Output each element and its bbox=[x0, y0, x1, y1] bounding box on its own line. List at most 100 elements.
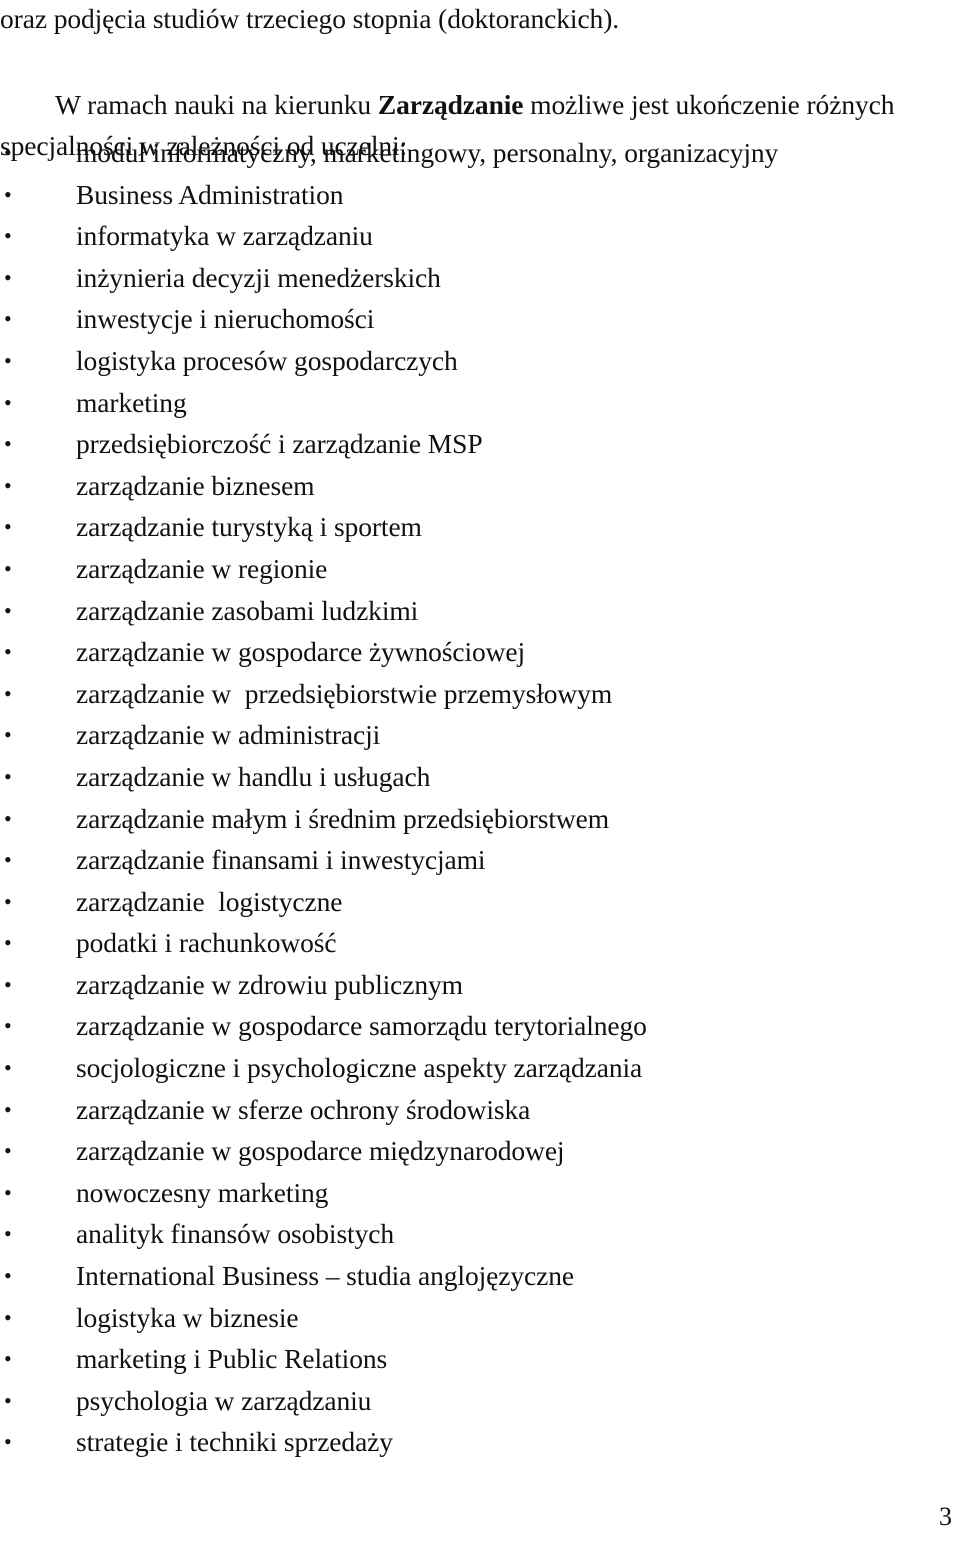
list-item-label: logistyka w biznesie bbox=[76, 1301, 299, 1333]
list-item: • zarządzanie w przedsiębiorstwie przemys… bbox=[0, 673, 960, 715]
list-item: • socjologiczne i psychologiczne aspekty … bbox=[0, 1047, 960, 1089]
bullet-icon: • bbox=[4, 1013, 12, 1039]
bullet-icon: • bbox=[4, 597, 12, 623]
list-item: • podatki i rachunkowość bbox=[0, 922, 960, 964]
list-item-label: zarządzanie w gospodarce samorządu teryt… bbox=[76, 1010, 647, 1042]
list-item-label: przedsiębiorczość i zarządzanie MSP bbox=[76, 428, 483, 460]
bullet-icon: • bbox=[4, 140, 12, 165]
list-item-label: informatyka w zarządzaniu bbox=[76, 220, 373, 252]
list-item-label: zarządzanie w gospodarce międzynarodowej bbox=[76, 1135, 565, 1167]
list-item-label: zarządzanie w administracji bbox=[76, 719, 381, 751]
list-item: • przedsiębiorczość i zarządzanie MSP bbox=[0, 423, 960, 465]
list-item-label: zarządzanie biznesem bbox=[76, 469, 315, 501]
list-item-label: zarządzanie zasobami ludzkimi bbox=[76, 594, 419, 626]
list-item: • logistyka procesów gospodarczych bbox=[0, 340, 960, 382]
bullet-icon: • bbox=[4, 514, 12, 540]
bullet-icon: • bbox=[4, 1387, 12, 1413]
list-item: • International Business – studia angloję… bbox=[0, 1255, 960, 1297]
bullet-icon: • bbox=[4, 223, 12, 249]
bullet-icon: • bbox=[4, 1096, 12, 1122]
list-item-label: marketing bbox=[76, 386, 187, 418]
list-item-label: International Business – studia anglojęz… bbox=[76, 1260, 574, 1292]
bullet-icon: • bbox=[4, 680, 12, 706]
list-item: • moduł informatyczny, marketingowy, pers… bbox=[0, 132, 960, 174]
list-item: • marketing i Public Relations bbox=[0, 1338, 960, 1380]
list-item-label: strategie i techniki sprzedaży bbox=[76, 1426, 393, 1458]
bullet-icon: • bbox=[4, 472, 12, 498]
bullet-icon: • bbox=[4, 347, 12, 373]
bullet-icon: • bbox=[4, 971, 12, 997]
page-number: 3 bbox=[939, 1502, 952, 1531]
bullet-icon: • bbox=[4, 1179, 12, 1205]
bullet-icon: • bbox=[4, 1263, 12, 1289]
list-item-label: podatki i rachunkowość bbox=[76, 927, 337, 959]
list-item: • logistyka w biznesie bbox=[0, 1297, 960, 1339]
bullet-icon: • bbox=[4, 1221, 12, 1247]
list-item: • Business Administration bbox=[0, 174, 960, 216]
intro-text-after-bold: możliwe jest ukończenie różnych bbox=[523, 88, 895, 120]
list-item: • zarządzanie w administracji bbox=[0, 714, 960, 756]
list-item-label: marketing i Public Relations bbox=[76, 1343, 388, 1375]
specializations-list: • moduł informatyczny, marketingowy, pers… bbox=[0, 132, 960, 1463]
bullet-icon: • bbox=[4, 431, 12, 457]
list-item: • zarządzanie w gospodarce żywnościowej bbox=[0, 631, 960, 673]
list-item: • zarządzanie w zdrowiu publicznym bbox=[0, 964, 960, 1006]
bullet-icon: • bbox=[4, 722, 12, 748]
bullet-icon: • bbox=[4, 1346, 12, 1372]
list-item-label: logistyka procesów gospodarczych bbox=[76, 344, 458, 376]
list-item-label: moduł informatyczny, marketingowy, perso… bbox=[76, 137, 779, 168]
bullet-icon: • bbox=[4, 639, 12, 665]
list-item: • zarządzanie w sferze ochrony środowiska bbox=[0, 1089, 960, 1131]
list-item-label: Business Administration bbox=[76, 178, 344, 210]
list-item-label: zarządzanie logistyczne bbox=[76, 885, 343, 917]
document-page: oraz podjęcia studiów trzeciego stopnia … bbox=[0, 0, 960, 1550]
list-item: • marketing bbox=[0, 382, 960, 424]
lead-continuation-line: oraz podjęcia studiów trzeciego stopnia … bbox=[0, 3, 620, 34]
intro-text-before-bold: W ramach nauki na kierunku bbox=[55, 88, 378, 120]
list-item: • zarządzanie finansami i inwestycjami bbox=[0, 839, 960, 881]
list-item: • nowoczesny marketing bbox=[0, 1172, 960, 1214]
bullet-icon: • bbox=[4, 555, 12, 581]
list-item-label: zarządzanie w handlu i usługach bbox=[76, 760, 431, 792]
bullet-icon: • bbox=[4, 1304, 12, 1330]
bullet-icon: • bbox=[4, 389, 12, 415]
bullet-icon: • bbox=[4, 306, 12, 332]
bullet-icon: • bbox=[4, 805, 12, 831]
bullet-icon: • bbox=[4, 1055, 12, 1081]
list-item-label: socjologiczne i psychologiczne aspekty z… bbox=[76, 1052, 643, 1084]
bullet-icon: • bbox=[4, 847, 12, 873]
list-item-label: zarządzanie w zdrowiu publicznym bbox=[76, 968, 463, 1000]
list-item-label: nowoczesny marketing bbox=[76, 1176, 329, 1208]
bullet-icon: • bbox=[4, 1429, 12, 1455]
list-item: • analityk finansów osobistych bbox=[0, 1213, 960, 1255]
list-item: • inżynieria decyzji menedżerskich bbox=[0, 257, 960, 299]
list-item: • zarządzanie w regionie bbox=[0, 548, 960, 590]
list-item: • zarządzanie logistyczne bbox=[0, 881, 960, 923]
bullet-icon: • bbox=[4, 181, 12, 207]
list-item-label: zarządzanie w przedsiębiorstwie przemysł… bbox=[76, 677, 613, 709]
list-item: • zarządzanie biznesem bbox=[0, 465, 960, 507]
list-item: • zarządzanie w gospodarce samorządu tery… bbox=[0, 1005, 960, 1047]
bullet-icon: • bbox=[4, 930, 12, 956]
list-item-label: zarządzanie małym i średnim przedsiębior… bbox=[76, 802, 610, 834]
list-item: • informatyka w zarządzaniu bbox=[0, 215, 960, 257]
list-item: • psychologia w zarządzaniu bbox=[0, 1380, 960, 1422]
list-item-label: zarządzanie finansami i inwestycjami bbox=[76, 844, 486, 876]
list-item-label: inwestycje i nieruchomości bbox=[76, 303, 375, 335]
list-item: • zarządzanie zasobami ludzkimi bbox=[0, 590, 960, 632]
bullet-icon: • bbox=[4, 888, 12, 914]
list-item: • zarządzanie w handlu i usługach bbox=[0, 756, 960, 798]
list-item-label: analityk finansów osobistych bbox=[76, 1218, 394, 1250]
bullet-icon: • bbox=[4, 1138, 12, 1164]
bullet-icon: • bbox=[4, 763, 12, 789]
list-item: • zarządzanie w gospodarce międzynarodowe… bbox=[0, 1130, 960, 1172]
list-item: • zarządzanie małym i średnim przedsiębio… bbox=[0, 798, 960, 840]
list-item-label: zarządzanie w regionie bbox=[76, 552, 328, 584]
list-item-label: zarządzanie turystyką i sportem bbox=[76, 511, 422, 543]
list-item-label: zarządzanie w gospodarce żywnościowej bbox=[76, 636, 526, 668]
list-item: • zarządzanie turystyką i sportem bbox=[0, 506, 960, 548]
list-item-label: psychologia w zarządzaniu bbox=[76, 1384, 372, 1416]
intro-bold-term: Zarządzanie bbox=[377, 88, 524, 120]
list-item-label: inżynieria decyzji menedżerskich bbox=[76, 261, 441, 293]
list-item: • strategie i techniki sprzedaży bbox=[0, 1421, 960, 1463]
